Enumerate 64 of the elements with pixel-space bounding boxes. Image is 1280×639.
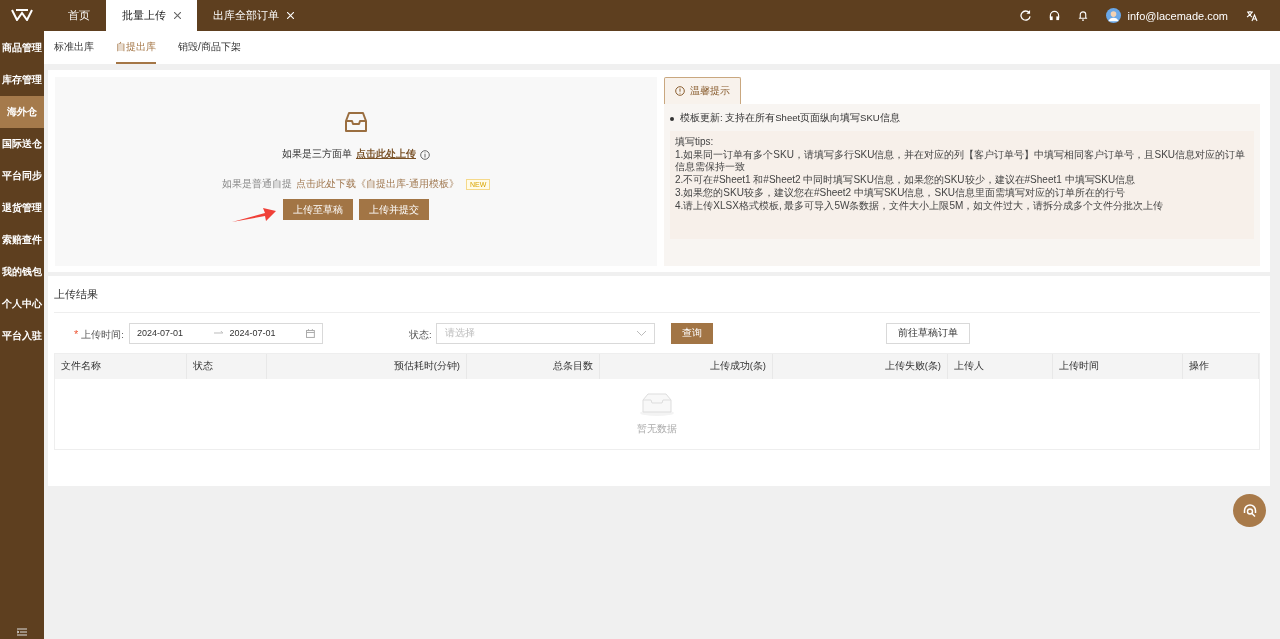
headset-icon [1241,502,1258,519]
upload-button[interactable]: 上传至草稿 [283,199,353,220]
upload-link[interactable]: 点击此处上传 [356,148,416,161]
bell-icon[interactable] [1077,10,1088,21]
sidebar-item[interactable]: 我的钱包 [0,256,44,288]
column-header: 操作 [1183,354,1259,379]
refresh-icon[interactable] [1019,10,1031,21]
column-header: 预估耗时(分钟) [267,354,467,379]
column-header: 上传成功(条) [600,354,773,379]
date-range-field[interactable]: 2024-07-01 2024-07-01 [128,322,323,344]
column-header: 状态 [187,354,267,379]
calendar-icon [306,328,315,338]
tip-line: 3.如果您的SKU较多，建议您在#Sheet2 中填写SKU信息，SKU信息里面需填写对应的订单所在的行号 [675,187,1127,199]
info-icon[interactable] [420,149,430,160]
sidebar-item[interactable]: 个人中心 [0,288,44,320]
sidebar-item[interactable]: 退货管理 [0,192,44,224]
sub-tab[interactable]: 标准出库 [54,31,94,64]
arrow-icon [213,330,224,336]
query-button[interactable]: 查询 [670,322,713,344]
sidebar-item[interactable]: 索赔查件 [0,224,44,256]
sidebar-item[interactable]: 平台同步 [0,160,44,192]
empty-box-icon [639,392,675,416]
page-tab[interactable]: 首页 [52,0,106,31]
sidebar-item[interactable]: 国际送仓 [0,128,44,160]
sub-tab[interactable]: 销毁/商品下架 [178,31,241,64]
page-tab[interactable]: 批量上传 [106,0,197,31]
empty-text: 暂无数据 [637,422,677,436]
column-header: 上传失败(条) [773,354,948,379]
column-header: 上传时间 [1053,354,1183,379]
tip-line: 1.如果同一订单有多个SKU，请填写多行SKU信息，并在对应的列【客户订单号】中填写相同客户订单号，且SKU信息对应的订单信息需保持一致 [675,149,1247,173]
inbox-icon [344,110,368,134]
column-header: 上传人 [948,354,1053,379]
required-mark: * [74,328,79,340]
drafts-button[interactable]: 前往草稿订单 [885,322,970,344]
sidebar-item[interactable]: 商品管理 [0,32,44,64]
sub-tab[interactable]: 自提出库 [116,31,156,64]
sidebar-item[interactable]: 平台入驻 [0,320,44,352]
template-update: 模板更新: 支持在所有Sheet页面纵向填写SKU信息 [680,112,900,125]
close-icon[interactable] [174,12,181,19]
headset-icon[interactable] [1048,10,1060,21]
logo-icon [11,9,33,21]
sidebar-item[interactable]: 海外仓 [0,96,44,128]
upload-button[interactable]: 上传并提交 [359,199,429,220]
tip-line: 填写tips: [675,136,715,148]
download-hint: 如果是普通自提 [221,178,292,191]
upload-hint: 如果是三方面单 [282,148,352,161]
section-title: 上传结果 [54,276,1260,313]
user-email[interactable]: info@lacemade.com [1127,9,1228,22]
alert-icon [675,86,685,96]
column-header: 文件名称 [55,354,187,379]
sidebar-item[interactable]: 库存管理 [0,64,44,96]
menu-icon[interactable] [17,628,27,636]
status-label: 状态: [408,329,432,340]
help-button[interactable] [1233,494,1266,527]
column-header: 总条目数 [467,354,600,379]
page-tab[interactable]: 出库全部订单 [197,0,310,31]
tip-line: 4.请上传XLSX格式模板, 最多可导入5W条数据，文件大小上限5M，如文件过大，请拆分成多个文件分批次上传 [675,200,1165,212]
avatar[interactable] [1105,8,1121,23]
date-label: 上传时间: [81,329,124,340]
tips-tab[interactable]: 温馨提示 [664,77,741,104]
template-link[interactable]: 点击此处下载《自提出库-通用模板》 [295,178,459,191]
translate-icon[interactable] [1246,9,1258,22]
chevron-icon [636,330,646,336]
tip-line: 2.不可在#Sheet1 和#Sheet2 中同时填写SKU信息，如果您的SKU较少，建议在#Sheet1 中填写SKU信息 [675,174,1137,186]
